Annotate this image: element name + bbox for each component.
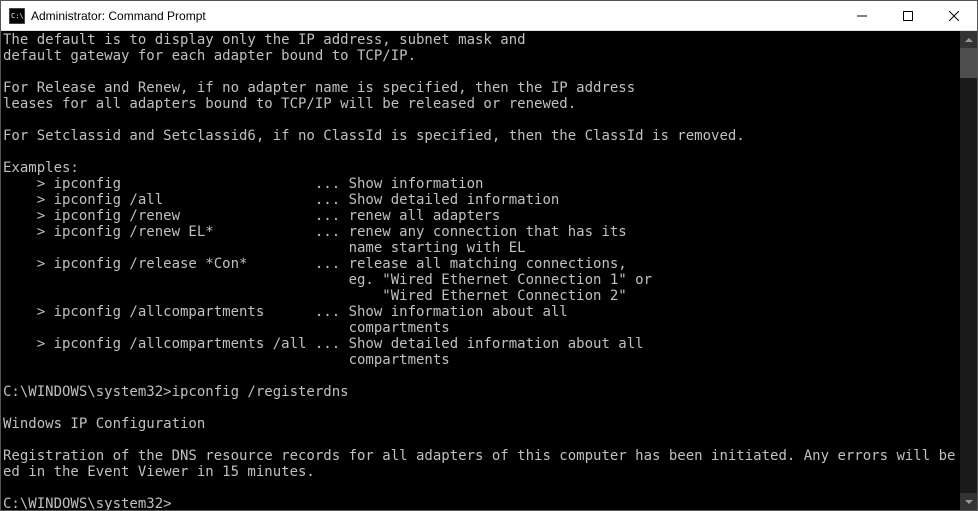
window-title: Administrator: Command Prompt [31, 9, 839, 23]
window-controls [839, 1, 977, 30]
scroll-track[interactable] [960, 48, 977, 493]
console-output[interactable]: The default is to display only the IP ad… [1, 31, 960, 510]
minimize-button[interactable] [839, 1, 885, 30]
scroll-up-arrow[interactable] [960, 31, 977, 48]
cmd-icon: C:\ [9, 8, 25, 24]
window-titlebar: C:\ Administrator: Command Prompt [1, 1, 977, 31]
vertical-scrollbar[interactable] [960, 31, 977, 510]
scroll-down-arrow[interactable] [960, 493, 977, 510]
scroll-thumb[interactable] [960, 48, 977, 78]
svg-text:C:\: C:\ [11, 12, 24, 20]
close-button[interactable] [931, 1, 977, 30]
maximize-button[interactable] [885, 1, 931, 30]
console-area: The default is to display only the IP ad… [1, 31, 977, 510]
